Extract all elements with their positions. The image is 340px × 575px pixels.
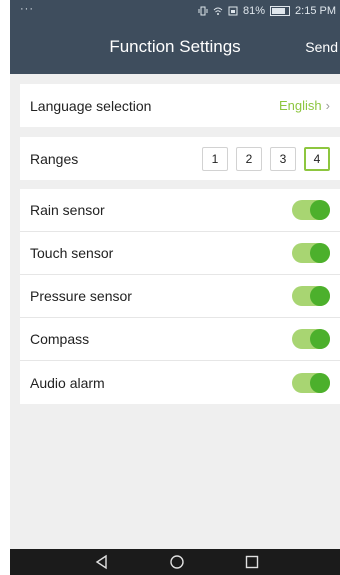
toggle-knob <box>310 329 330 349</box>
sensor-row: Compass <box>20 318 340 361</box>
toggle-knob <box>310 372 330 393</box>
ranges-label: Ranges <box>30 150 79 167</box>
status-icons: 81% 2:15 PM <box>198 5 336 17</box>
battery-percent: 81% <box>243 5 266 17</box>
range-options: 1234 <box>202 146 330 171</box>
sensor-toggle[interactable] <box>292 372 330 393</box>
title-bar: Function Settings Send <box>10 22 340 74</box>
language-value-wrap[interactable]: English › <box>279 98 330 113</box>
send-button[interactable]: Send <box>305 39 338 55</box>
sim-icon <box>228 6 238 16</box>
sensor-toggle[interactable] <box>292 329 330 349</box>
sensor-row: Audio alarm <box>20 361 340 404</box>
sensor-label: Audio alarm <box>30 374 105 391</box>
wifi-icon <box>213 7 223 15</box>
language-card: Language selection English › <box>20 84 340 127</box>
page-title: Function Settings <box>109 37 241 56</box>
recent-apps-icon[interactable] <box>244 554 260 570</box>
status-bar: ··· 81% 2:15 PM <box>10 0 340 22</box>
navigation-bar <box>10 549 340 575</box>
toggle-knob <box>310 243 330 263</box>
range-option-1[interactable]: 1 <box>202 146 228 171</box>
sensor-label: Pressure sensor <box>30 288 132 304</box>
sensor-label: Rain sensor <box>30 202 105 218</box>
toggle-knob <box>310 286 330 306</box>
vibrate-icon <box>198 6 208 16</box>
ranges-row: Ranges 1234 <box>20 137 340 180</box>
range-option-3[interactable]: 3 <box>270 146 296 171</box>
language-value: English <box>279 98 322 113</box>
home-icon[interactable] <box>169 554 185 570</box>
sensor-list: Rain sensor Touch sensor Pressure sensor Co… <box>20 189 340 404</box>
sensor-toggle[interactable] <box>292 286 330 306</box>
battery-level <box>272 8 285 14</box>
back-icon[interactable] <box>94 554 110 570</box>
ranges-card: Ranges 1234 <box>20 137 340 180</box>
sensor-row: Rain sensor <box>20 189 340 232</box>
sensor-row: Pressure sensor <box>20 275 340 318</box>
language-selection-row[interactable]: Language selection English › <box>20 84 340 127</box>
sensor-toggle[interactable] <box>292 243 330 263</box>
range-option-4[interactable]: 4 <box>304 146 330 171</box>
sensor-label: Compass <box>30 331 90 347</box>
sensor-label: Touch sensor <box>30 245 114 261</box>
language-label: Language selection <box>30 97 152 114</box>
sensor-toggle[interactable] <box>292 200 330 220</box>
chevron-right-icon: › <box>325 98 330 113</box>
clock: 2:15 PM <box>295 5 336 17</box>
sensor-row: Touch sensor <box>20 232 340 275</box>
phone-screen: ··· 81% 2:15 PM Function Settings Send L… <box>10 0 340 575</box>
toggle-knob <box>310 200 330 220</box>
status-dots: ··· <box>20 3 34 15</box>
range-option-2[interactable]: 2 <box>236 146 262 171</box>
battery-icon <box>270 6 291 16</box>
